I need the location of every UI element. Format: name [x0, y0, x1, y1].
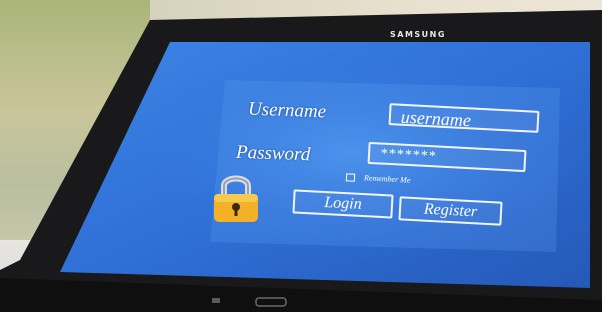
padlock-icon — [214, 175, 258, 222]
brand-logo: SAMSUNG — [390, 30, 446, 39]
photo-scene: SAMSUNG Username username Password *****… — [0, 0, 602, 312]
password-label: Password — [235, 141, 311, 166]
username-label: Username — [247, 98, 327, 123]
checkbox-box[interactable] — [345, 173, 356, 182]
